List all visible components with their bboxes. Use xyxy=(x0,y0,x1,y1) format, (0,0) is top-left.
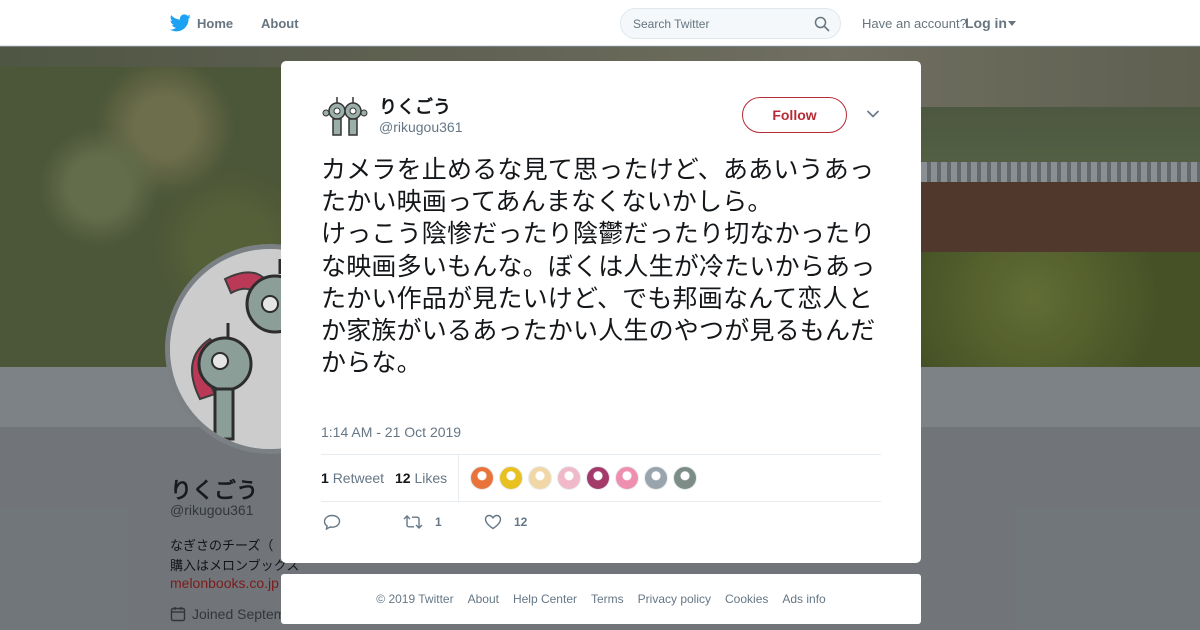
retweet-stat-label: Retweet xyxy=(332,470,385,486)
tweet-modal: りくごう @rikugou361 Follow カメラを止めるな見て思ったけど、… xyxy=(281,61,921,563)
footer-link[interactable]: Ads info xyxy=(782,592,825,606)
tweet-text: カメラを止めるな見て思ったけど、ああいうあったかい映画ってあんまなくないかしら。… xyxy=(321,155,876,378)
liker-avatar[interactable] xyxy=(557,466,581,490)
search-icon[interactable] xyxy=(814,16,830,32)
nav-home-link[interactable]: Home xyxy=(170,12,233,34)
likes-stat[interactable]: 12 Likes xyxy=(395,470,447,486)
liker-avatar[interactable] xyxy=(615,466,639,490)
tweet-avatar-art xyxy=(321,93,369,141)
liker-avatar[interactable] xyxy=(499,466,523,490)
tweet-stats: 1 Retweet 12 Likes xyxy=(321,454,881,502)
liker-avatars xyxy=(470,466,702,490)
like-action[interactable]: 12 xyxy=(484,514,527,530)
tweet-actions: 1 12 xyxy=(321,512,881,534)
footer-copyright: © 2019 Twitter xyxy=(376,592,454,606)
footer-link[interactable]: Cookies xyxy=(725,592,768,606)
footer-link[interactable]: Help Center xyxy=(513,592,577,606)
reply-icon xyxy=(323,514,341,530)
twitter-bird-icon xyxy=(170,14,191,32)
tweet-author-name[interactable]: りくごう xyxy=(379,93,451,119)
tweet-timestamp[interactable]: 1:14 AM - 21 Oct 2019 xyxy=(321,424,461,440)
nav-home-label: Home xyxy=(197,15,234,31)
like-action-count: 12 xyxy=(514,515,528,529)
retweet-stat[interactable]: 1 Retweet xyxy=(321,470,384,486)
chevron-down-icon[interactable] xyxy=(866,109,880,119)
retweet-icon xyxy=(403,515,423,529)
footer-link[interactable]: About xyxy=(468,592,499,606)
footer: © 2019 Twitter About Help Center Terms Priv… xyxy=(281,574,921,624)
retweet-count: 1 xyxy=(321,470,329,486)
tweet-author-avatar[interactable] xyxy=(321,93,369,141)
liker-avatar[interactable] xyxy=(644,466,668,490)
nav-about-link[interactable]: About xyxy=(261,16,299,31)
stats-divider xyxy=(458,455,459,501)
tweet-author-handle[interactable]: @rikugou361 xyxy=(379,119,463,135)
login-link[interactable]: Log in xyxy=(965,15,1007,31)
retweet-action[interactable]: 1 xyxy=(403,514,442,530)
retweet-action-count: 1 xyxy=(435,515,442,529)
footer-link[interactable]: Terms xyxy=(591,592,624,606)
liker-avatar[interactable] xyxy=(586,466,610,490)
top-navigation-bar: Home About Have an account? Log in xyxy=(0,0,1200,46)
follow-button[interactable]: Follow xyxy=(742,97,847,133)
liker-avatar[interactable] xyxy=(673,466,697,490)
account-prompt: Have an account? xyxy=(862,16,967,31)
footer-link[interactable]: Privacy policy xyxy=(638,592,711,606)
login-caret-icon[interactable] xyxy=(1008,21,1016,26)
reply-action[interactable] xyxy=(323,514,341,530)
liker-avatar[interactable] xyxy=(528,466,552,490)
likes-stat-label: Likes xyxy=(414,470,448,486)
like-count: 12 xyxy=(395,470,411,486)
close-icon[interactable] xyxy=(1155,14,1177,36)
like-heart-icon xyxy=(484,514,502,530)
liker-avatar[interactable] xyxy=(470,466,494,490)
search-box xyxy=(620,8,841,39)
search-input[interactable] xyxy=(633,15,803,33)
page: りくごう @rikugou361 なぎさのチーズ（ 購入はメロンブックス mel… xyxy=(0,0,1200,630)
